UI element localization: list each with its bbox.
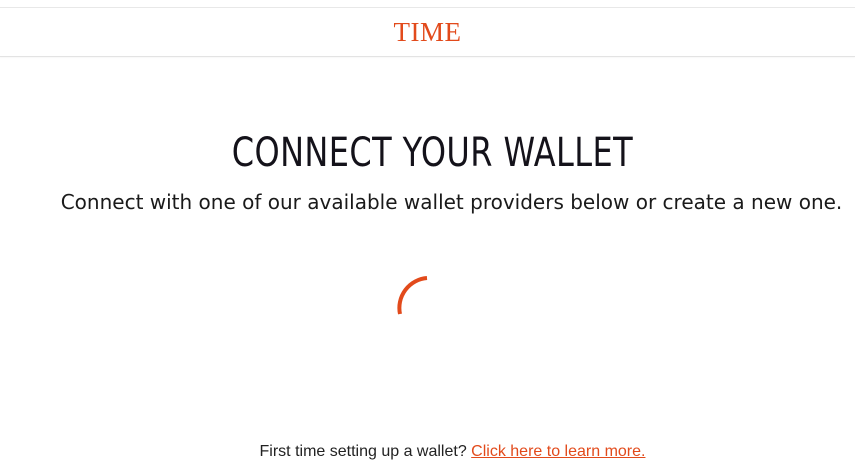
page-subtitle: Connect with one of our available wallet… [60, 190, 843, 214]
page-title: CONNECT YOUR WALLET [231, 130, 634, 176]
wallet-connect-page: TIME CONNECT YOUR WALLET Connect with on… [0, 0, 855, 469]
wallet-help-prompt: First time setting up a wallet? [259, 443, 467, 460]
loading-spinner-icon [397, 276, 428, 315]
wallet-help-text: First time setting up a wallet? Click he… [0, 441, 855, 463]
time-logo[interactable]: TIME [0, 17, 855, 47]
site-header: TIME [0, 8, 855, 57]
learn-more-link[interactable]: Click here to learn more. [471, 443, 645, 460]
